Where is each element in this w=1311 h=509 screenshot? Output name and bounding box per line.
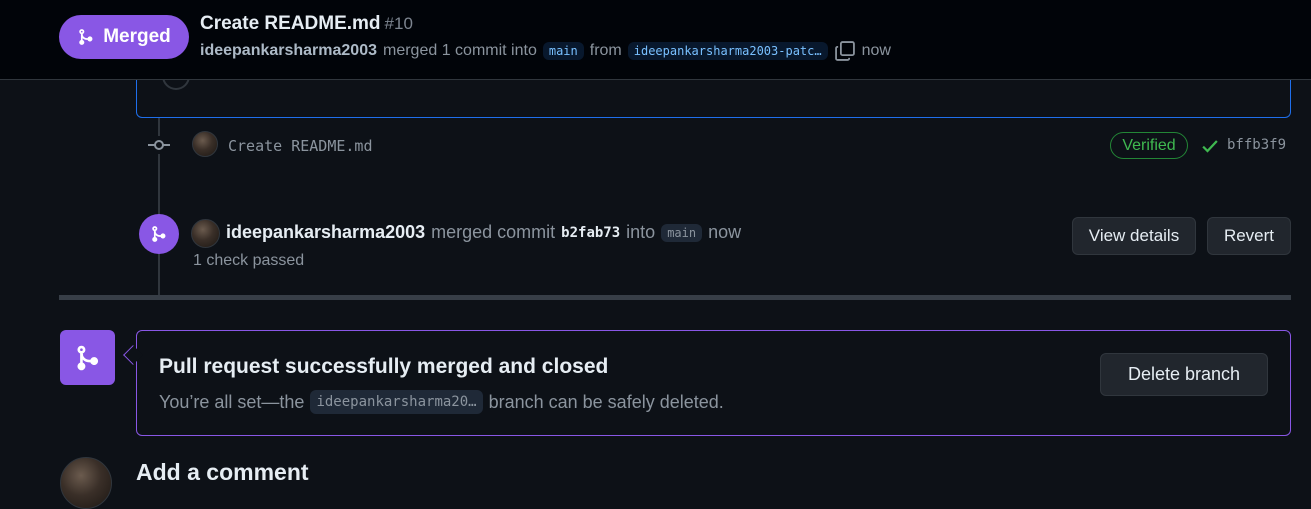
view-details-button[interactable]: View details — [1072, 217, 1196, 255]
revert-button[interactable]: Revert — [1207, 217, 1291, 255]
merged-status-icon — [60, 330, 115, 385]
status-desc-suffix: branch can be safely deleted. — [488, 391, 724, 412]
pr-title: Create README.md #10 — [200, 13, 413, 35]
merged-badge-label: Merged — [103, 26, 171, 47]
pr-title-text: Create README.md — [200, 13, 381, 34]
merge-event-badge — [139, 214, 179, 254]
base-branch[interactable]: main — [542, 42, 584, 60]
into-text: into — [626, 222, 656, 242]
merged-text: merged 1 commit into — [383, 42, 537, 59]
deletable-branch[interactable]: ideepankarsharma20… — [310, 390, 483, 414]
pr-time: now — [861, 42, 891, 59]
merged-state-badge: Merged — [59, 15, 189, 59]
from-text: from — [589, 42, 622, 59]
avatar[interactable] — [191, 219, 220, 248]
pr-author-link[interactable]: ideepankarsharma2003 — [200, 42, 377, 60]
checks-status[interactable]: 1 check passed — [193, 252, 304, 270]
merge-status-description: You’re all set—the ideepankarsharma20… b… — [159, 390, 724, 414]
commit-row: Create README.md Verified bffb3f9 — [0, 128, 1311, 164]
merge-status-title: Pull request successfully merged and clo… — [159, 355, 609, 378]
merge-event-row: ideepankarsharma2003 merged commit b2fab… — [0, 212, 1311, 278]
verified-label: Verified — [1122, 136, 1176, 154]
pr-number: #10 — [384, 14, 413, 33]
verified-badge[interactable]: Verified — [1110, 132, 1188, 159]
status-desc-prefix: You’re all set—the — [159, 391, 305, 412]
merge-target-branch[interactable]: main — [661, 223, 703, 242]
git-commit-icon — [148, 136, 170, 154]
timeline-divider — [59, 295, 1291, 300]
copy-icon[interactable] — [834, 40, 856, 62]
git-merge-icon — [152, 226, 166, 242]
pr-sticky-header: Merged Create README.md #10 ideepankarsha… — [0, 0, 1311, 80]
merge-action-text: merged commit — [431, 222, 556, 242]
head-branch[interactable]: ideepankarsharma2003-patc… — [627, 42, 828, 60]
commit-message[interactable]: Create README.md — [228, 137, 373, 155]
git-merge-icon — [79, 29, 93, 45]
check-icon[interactable] — [1200, 136, 1220, 156]
merge-author-link[interactable]: ideepankarsharma2003 — [226, 222, 425, 243]
merge-commit-sha[interactable]: b2fab73 — [561, 225, 620, 241]
commit-sha[interactable]: bffb3f9 — [1227, 137, 1286, 153]
merge-event-text: ideepankarsharma2003 merged commit b2fab… — [226, 222, 741, 243]
git-merge-icon — [77, 345, 98, 370]
avatar[interactable] — [60, 457, 112, 509]
avatar[interactable] — [192, 131, 218, 157]
pr-merge-summary: ideepankarsharma2003 merged 1 commit int… — [200, 40, 891, 62]
merge-time: now — [708, 222, 742, 242]
delete-branch-button[interactable]: Delete branch — [1100, 353, 1268, 396]
